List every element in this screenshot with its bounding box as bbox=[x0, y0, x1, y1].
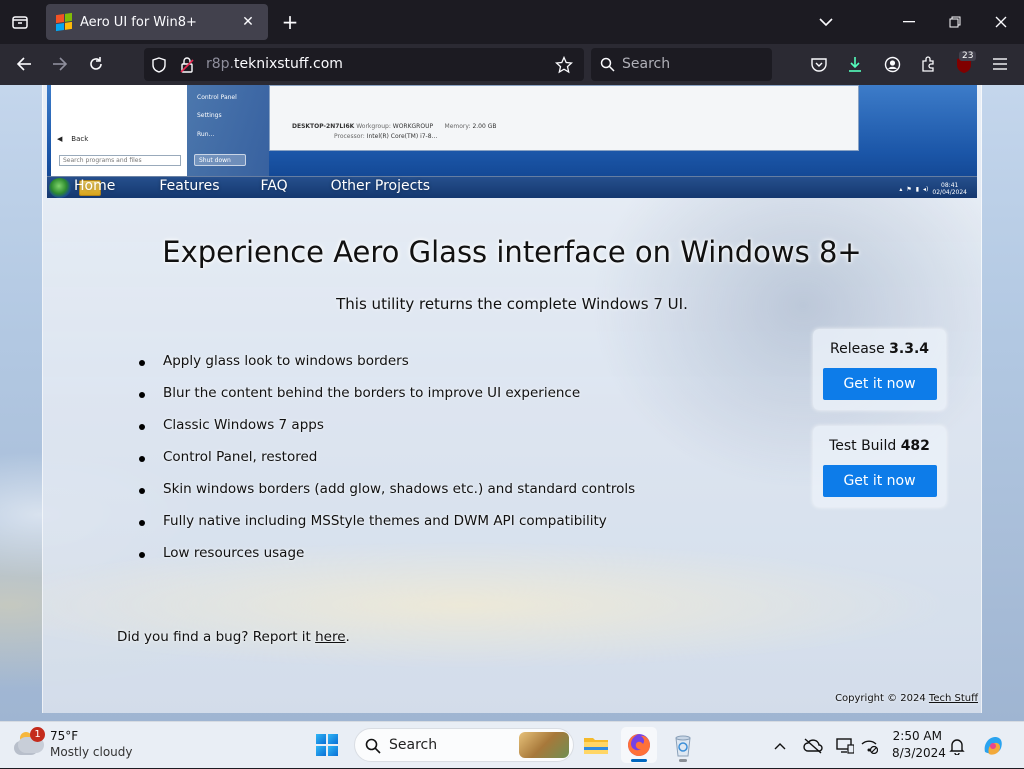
tab-title: Aero UI for Win8+ bbox=[80, 14, 197, 30]
tab-active[interactable]: Aero UI for Win8+ ✕ bbox=[46, 4, 268, 40]
chevron-up-icon[interactable] bbox=[770, 736, 790, 756]
bug-report-text: Did you find a bug? Report it here. bbox=[117, 629, 350, 645]
search-placeholder: Search bbox=[622, 56, 671, 72]
windows-logo-icon bbox=[316, 734, 338, 756]
tab-close-icon[interactable]: ✕ bbox=[238, 14, 258, 30]
nav-faq[interactable]: FAQ bbox=[261, 178, 288, 194]
back-arrow-icon[interactable] bbox=[12, 52, 36, 76]
release-version: Release 3.3.4 bbox=[829, 341, 930, 357]
copyright: Copyright © 2024 Tech Stuff bbox=[835, 693, 978, 704]
network-icon[interactable] bbox=[858, 735, 880, 757]
start-item-run: Run... bbox=[197, 131, 215, 138]
recycle-bin-icon bbox=[675, 735, 691, 757]
forward-arrow-icon[interactable] bbox=[48, 52, 72, 76]
url-text: r8p.teknixstuff.com bbox=[206, 56, 343, 72]
copilot-icon[interactable] bbox=[980, 733, 1006, 759]
new-tab-icon[interactable]: + bbox=[278, 10, 302, 34]
taskbar-clock[interactable]: 2:50 AM 8/3/2024 bbox=[892, 728, 946, 762]
nav-home[interactable]: Home bbox=[74, 178, 115, 194]
downloads-icon[interactable] bbox=[844, 53, 866, 75]
list-all-tabs-icon[interactable] bbox=[814, 10, 838, 34]
search-bar[interactable]: Search bbox=[591, 48, 772, 81]
extensions-icon[interactable] bbox=[917, 53, 939, 75]
start-item-control-panel: Control Panel bbox=[197, 94, 237, 101]
feature-list: Apply glass look to windows borders Blur… bbox=[136, 353, 635, 577]
bookmark-star-icon[interactable] bbox=[554, 55, 574, 75]
web-content: ◀ Back Search programs and files Control… bbox=[0, 85, 1024, 721]
url-bar[interactable]: r8p.teknixstuff.com bbox=[144, 48, 584, 81]
feature-item: Apply glass look to windows borders bbox=[136, 353, 635, 385]
weather-temperature: 75°F bbox=[50, 729, 79, 743]
utility-app[interactable] bbox=[665, 727, 701, 763]
test-build-version: Test Build 482 bbox=[829, 438, 930, 454]
system-properties-window-preview: DESKTOP-2N7LI6K Workgroup: WORKGROUP Mem… bbox=[269, 85, 859, 151]
windows-favicon-icon bbox=[56, 12, 72, 32]
clock-time: 2:50 AM bbox=[892, 729, 942, 743]
tab-list-icon[interactable] bbox=[8, 10, 32, 34]
windows-taskbar: 1 75°F Mostly cloudy Search 2:50 AM 8/3/… bbox=[0, 721, 1024, 768]
search-icon bbox=[364, 737, 382, 755]
firefox-icon bbox=[628, 734, 650, 756]
feature-item: Low resources usage bbox=[136, 545, 635, 577]
weather-notification-badge: 1 bbox=[30, 727, 45, 742]
copyright-link[interactable]: Tech Stuff bbox=[929, 693, 978, 704]
minimize-icon[interactable] bbox=[897, 10, 921, 34]
clock-date: 8/3/2024 bbox=[892, 746, 946, 760]
feature-item: Skin windows borders (add glow, shadows … bbox=[136, 481, 635, 513]
bug-report-link[interactable]: here bbox=[315, 629, 345, 645]
navigation-toolbar: r8p.teknixstuff.com Search 23 bbox=[0, 44, 1024, 85]
reload-icon[interactable] bbox=[84, 52, 108, 76]
onedrive-offline-icon[interactable] bbox=[802, 735, 824, 757]
notification-bell-icon[interactable] bbox=[946, 735, 968, 757]
feature-item: Blur the content behind the borders to i… bbox=[136, 385, 635, 417]
tracking-shield-icon[interactable] bbox=[150, 56, 168, 74]
display-icon[interactable] bbox=[834, 735, 856, 757]
weather-condition: Mostly cloudy bbox=[50, 745, 133, 759]
weather-widget[interactable]: 1 75°F Mostly cloudy bbox=[16, 727, 146, 763]
extension-badge: 23 bbox=[959, 51, 977, 61]
test-build-get-it-now-button[interactable]: Get it now bbox=[822, 465, 937, 497]
search-highlight-image bbox=[519, 732, 569, 758]
search-icon bbox=[599, 56, 615, 72]
feature-item: Control Panel, restored bbox=[136, 449, 635, 481]
shutdown-button-preview: Shut down bbox=[194, 154, 246, 166]
release-download-box: Release 3.3.4 Get it now bbox=[813, 329, 946, 410]
firefox-app[interactable] bbox=[621, 727, 657, 763]
win7-start-orb-icon bbox=[49, 178, 71, 198]
menu-hamburger-icon[interactable] bbox=[989, 53, 1011, 75]
feature-item: Classic Windows 7 apps bbox=[136, 417, 635, 449]
start-search-field: Search programs and files bbox=[59, 155, 181, 166]
release-get-it-now-button[interactable]: Get it now bbox=[822, 368, 937, 400]
start-back: ◀ Back bbox=[57, 135, 89, 143]
start-item-settings: Settings bbox=[197, 112, 222, 119]
close-window-icon[interactable] bbox=[989, 10, 1013, 34]
file-explorer-app[interactable] bbox=[578, 727, 614, 763]
restore-icon[interactable] bbox=[943, 10, 967, 34]
system-info: DESKTOP-2N7LI6K Workgroup: WORKGROUP Mem… bbox=[292, 123, 497, 140]
insecure-lock-icon[interactable] bbox=[178, 56, 196, 74]
folder-icon bbox=[584, 738, 608, 754]
nav-other-projects[interactable]: Other Projects bbox=[331, 178, 430, 194]
win7-tray: ▴ ⚑ ▮ ◂) 08:41 02/04/2024 bbox=[899, 182, 967, 196]
nav-features[interactable]: Features bbox=[159, 178, 219, 194]
account-icon[interactable] bbox=[881, 53, 903, 75]
feature-item: Fully native including MSStyle themes an… bbox=[136, 513, 635, 545]
page-subtitle: This utility returns the complete Window… bbox=[336, 295, 688, 313]
start-button[interactable] bbox=[309, 727, 345, 763]
site-nav: Home Features FAQ Other Projects bbox=[74, 178, 430, 194]
taskbar-search[interactable]: Search bbox=[354, 728, 574, 762]
pocket-icon[interactable] bbox=[808, 53, 830, 75]
page-title: Experience Aero Glass interface on Windo… bbox=[162, 235, 862, 269]
test-build-download-box: Test Build 482 Get it now bbox=[813, 426, 946, 507]
taskbar-search-label: Search bbox=[389, 737, 438, 753]
start-menu-preview: ◀ Back Search programs and files Control… bbox=[51, 85, 269, 177]
tab-bar: Aero UI for Win8+ ✕ + bbox=[0, 0, 1024, 44]
